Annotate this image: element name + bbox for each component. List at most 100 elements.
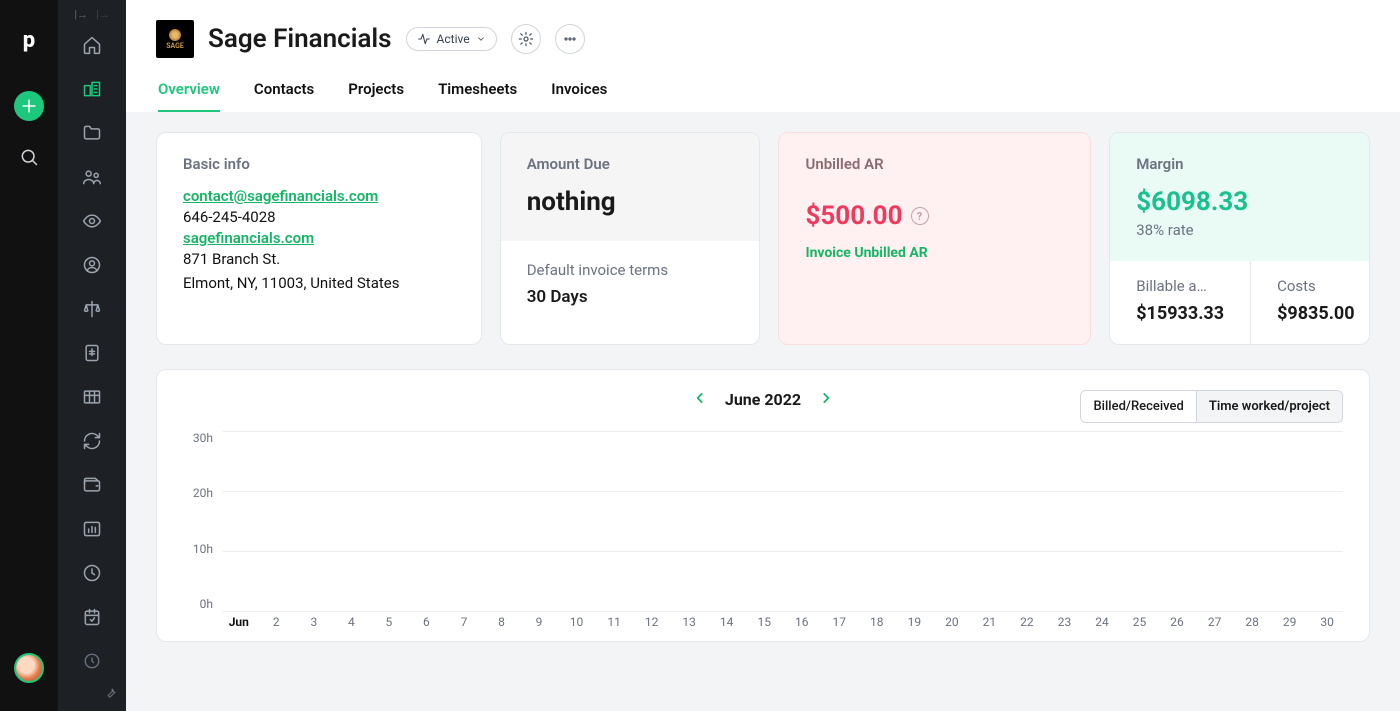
more-button[interactable] [555, 24, 585, 54]
chart-toggle-option[interactable]: Billed/Received [1081, 391, 1195, 422]
secondary-rail: |→|→ [58, 0, 126, 711]
margin-title: Margin [1136, 155, 1343, 173]
x-tick: 11 [598, 615, 630, 629]
x-tick: 16 [786, 615, 818, 629]
people-icon[interactable] [82, 167, 102, 191]
client-logo-text: SAGE [166, 42, 184, 50]
x-tick: 27 [1199, 615, 1231, 629]
tab-contacts[interactable]: Contacts [254, 80, 314, 112]
prev-month-button[interactable] [693, 390, 707, 409]
unbilled-ar-card: Unbilled AR $500.00 ? Invoice Unbilled A… [778, 132, 1091, 345]
tabs: Overview Contacts Projects Timesheets Invoic… [156, 80, 1370, 112]
x-tick: 18 [861, 615, 893, 629]
basic-info-card: Basic info contact@sagefinancials.com 64… [156, 132, 482, 345]
x-tick: 13 [673, 615, 705, 629]
x-tick: 8 [486, 615, 518, 629]
x-tick: 12 [636, 615, 668, 629]
contact-website-link[interactable]: sagefinancials.com [183, 229, 455, 247]
margin-card: Margin $6098.33 38% rate Billable a… $15… [1109, 132, 1370, 345]
x-tick: 25 [1124, 615, 1156, 629]
app-logo: p [23, 28, 35, 53]
info-icon[interactable]: ? [911, 207, 929, 225]
x-tick: Jun [223, 615, 255, 629]
amount-due-value: nothing [527, 187, 734, 217]
chevron-down-icon [476, 34, 486, 44]
clock-icon[interactable] [82, 563, 102, 587]
collapse-toggle[interactable]: |→|→ [74, 8, 109, 21]
chart-y-axis: 30h 20h 10h 0h [183, 431, 223, 611]
address-line1: 871 Branch St. [183, 247, 455, 271]
profile-icon[interactable] [82, 255, 102, 279]
chart-panel: June 2022 Billed/ReceivedTime worked/pro… [156, 369, 1370, 642]
y-tick: 30h [193, 431, 213, 445]
amount-due-card: Amount Due nothing Default invoice terms… [500, 132, 761, 345]
billable-value: $15933.33 [1136, 303, 1224, 324]
chart-month-label: June 2022 [725, 390, 801, 409]
contact-phone: 646-245-4028 [183, 205, 455, 229]
x-tick: 17 [824, 615, 856, 629]
x-tick: 9 [523, 615, 555, 629]
tab-projects[interactable]: Projects [348, 80, 404, 112]
calendar-icon[interactable] [82, 607, 102, 631]
companies-icon[interactable] [82, 79, 102, 103]
x-tick: 4 [336, 615, 368, 629]
status-pill[interactable]: Active [406, 27, 497, 51]
tab-invoices[interactable]: Invoices [551, 80, 607, 112]
x-tick: 19 [899, 615, 931, 629]
invoice-icon[interactable] [82, 343, 102, 367]
invoice-unbilled-link[interactable]: Invoice Unbilled AR [805, 245, 1064, 261]
primary-rail: p [0, 0, 58, 711]
x-tick: 6 [411, 615, 443, 629]
margin-rate: 38% rate [1136, 221, 1343, 239]
wallet-icon[interactable] [82, 475, 102, 499]
terms-value: 30 Days [527, 287, 734, 307]
tab-timesheets[interactable]: Timesheets [438, 80, 517, 112]
table-icon[interactable] [82, 387, 102, 411]
basic-info-title: Basic info [183, 155, 455, 173]
page-title: Sage Financials [208, 24, 392, 54]
wrench-icon[interactable] [104, 684, 118, 703]
x-tick: 15 [748, 615, 780, 629]
contact-email-link[interactable]: contact@sagefinancials.com [183, 187, 455, 205]
unbilled-ar-title: Unbilled AR [805, 155, 1064, 173]
x-tick: 5 [373, 615, 405, 629]
clock-small-icon[interactable] [83, 652, 101, 674]
x-tick: 3 [298, 615, 330, 629]
settings-button[interactable] [511, 24, 541, 54]
x-tick: 7 [448, 615, 480, 629]
terms-label: Default invoice terms [527, 261, 734, 279]
tab-overview[interactable]: Overview [158, 80, 220, 112]
margin-value: $6098.33 [1136, 187, 1343, 217]
sync-icon[interactable] [82, 431, 102, 455]
x-tick: 30 [1311, 615, 1343, 629]
x-tick: 24 [1086, 615, 1118, 629]
y-tick: 20h [193, 486, 213, 500]
x-tick: 28 [1236, 615, 1268, 629]
main-content: SAGE Sage Financials Active Overview Cont… [126, 0, 1400, 711]
status-text: Active [437, 32, 470, 46]
add-button[interactable] [14, 91, 44, 121]
costs-value: $9835.00 [1277, 303, 1355, 324]
folder-icon[interactable] [82, 123, 102, 147]
next-month-button[interactable] [819, 390, 833, 409]
x-tick: 20 [936, 615, 968, 629]
ellipsis-icon [562, 31, 578, 47]
y-tick: 10h [193, 542, 213, 556]
chart-bars [223, 429, 1343, 609]
amount-due-title: Amount Due [527, 155, 734, 173]
avatar[interactable] [14, 653, 44, 683]
costs-label: Costs [1277, 277, 1355, 295]
eye-icon[interactable] [82, 211, 102, 235]
search-icon[interactable] [19, 147, 39, 171]
chart-x-axis: Jun2345678910111213141516171819202122232… [223, 615, 1343, 629]
home-icon[interactable] [82, 35, 102, 59]
x-tick: 29 [1274, 615, 1306, 629]
balance-icon[interactable] [82, 299, 102, 323]
unbilled-ar-value: $500.00 [805, 201, 902, 231]
chart-icon[interactable] [82, 519, 102, 543]
chart-toggle: Billed/ReceivedTime worked/project [1080, 390, 1343, 423]
x-tick: 14 [711, 615, 743, 629]
address-line2: Elmont, NY, 11003, United States [183, 271, 455, 295]
chart-toggle-option[interactable]: Time worked/project [1196, 391, 1342, 422]
y-tick: 0h [200, 597, 213, 611]
